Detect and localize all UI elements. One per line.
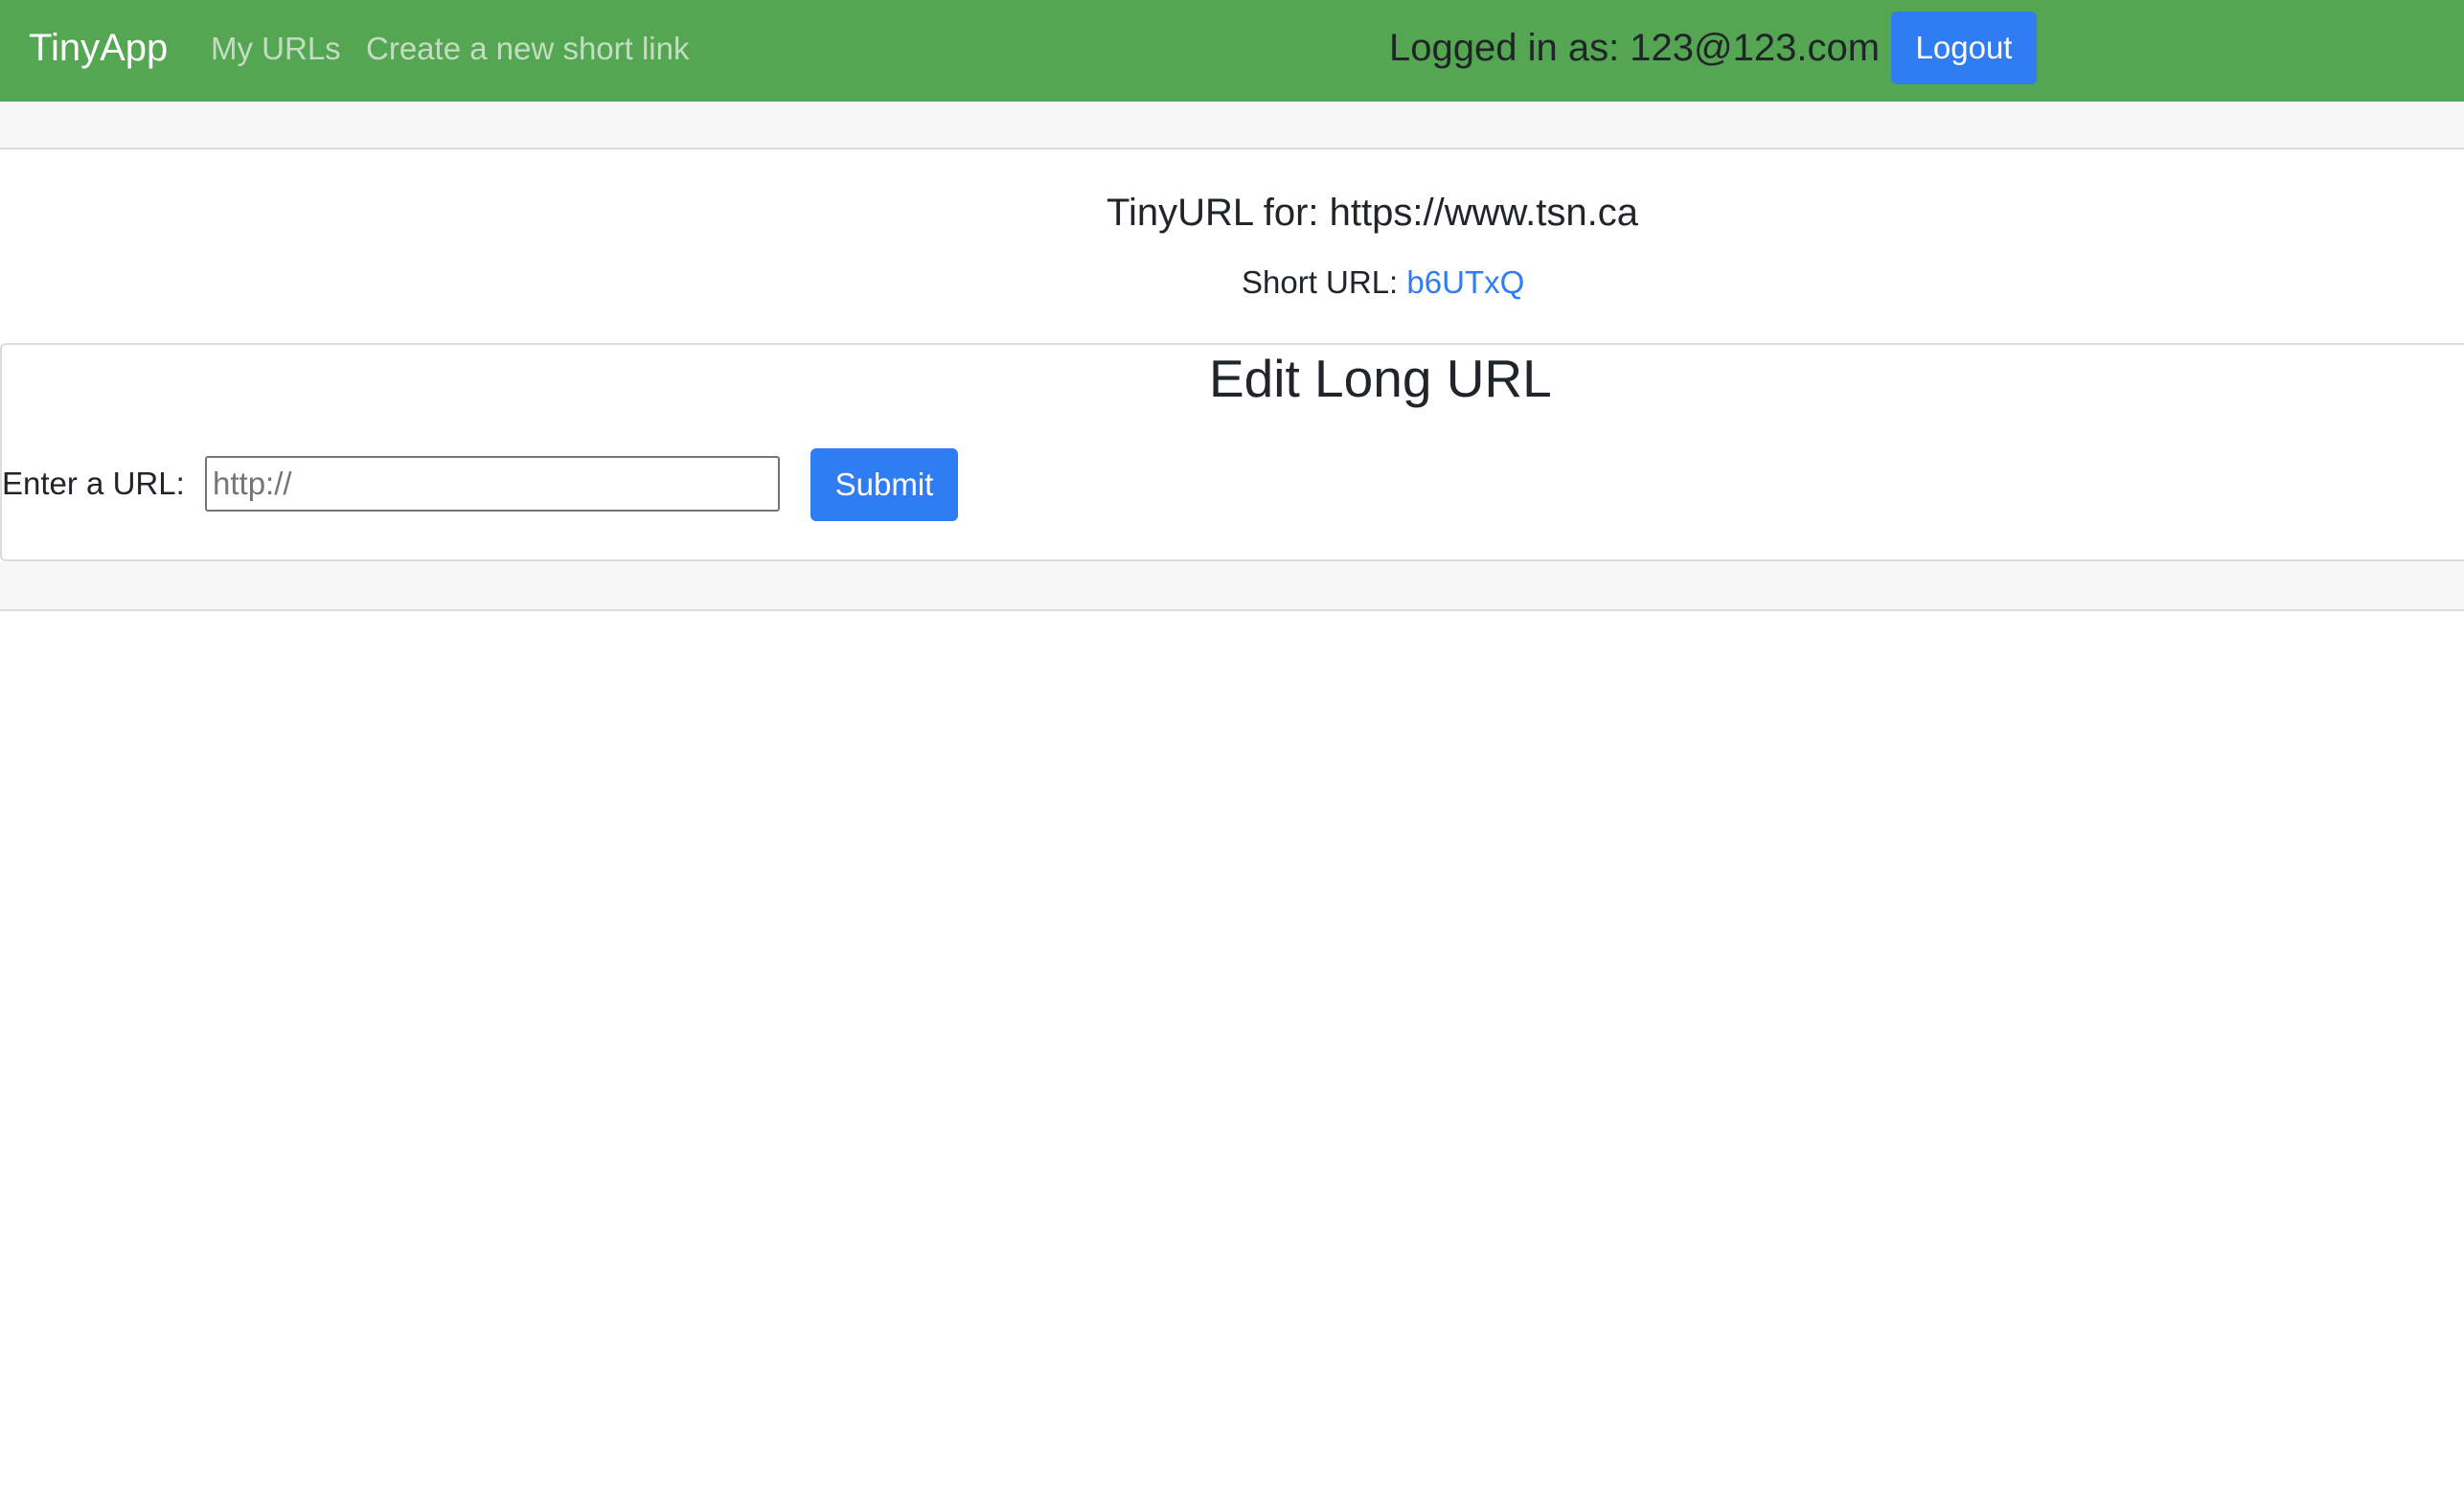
short-url-line: Short URL: b6UTxQ [1242,262,1524,303]
edit-long-url-heading: Edit Long URL [1209,349,1552,408]
nav-link-my-urls[interactable]: My URLs [211,29,341,69]
url-input-label: Enter a URL: [2,466,185,501]
long-url-input[interactable] [205,456,780,512]
header-band [0,102,2464,149]
short-url-label: Short URL: [1242,264,1407,300]
nav-link-create-short-link[interactable]: Create a new short link [366,29,690,69]
submit-button[interactable]: Submit [810,448,958,521]
short-url-link[interactable]: b6UTxQ [1406,264,1524,300]
tinyurl-title: TinyURL for: https://www.tsn.ca [1107,192,1638,234]
brand-link[interactable]: TinyApp [29,23,168,73]
footer-band [0,561,2464,611]
top-navbar: TinyApp My URLs Create a new short link … [0,0,2464,102]
logged-in-status: Logged in as: 123@123.com [1389,27,1881,69]
logout-button[interactable]: Logout [1891,11,2037,84]
